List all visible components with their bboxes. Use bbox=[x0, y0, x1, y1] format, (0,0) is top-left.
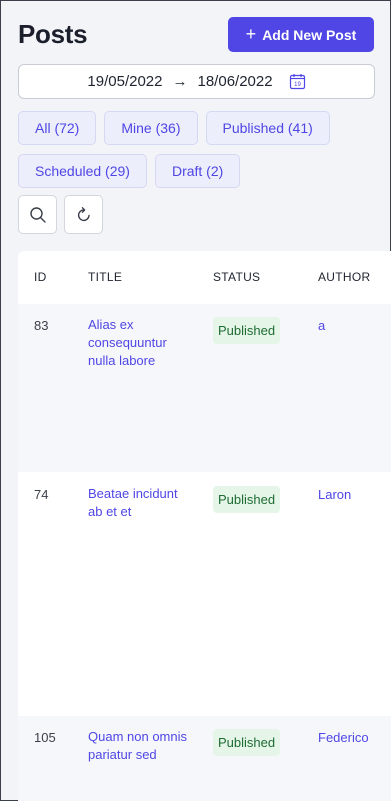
page-header: Posts + Add New Post bbox=[18, 17, 374, 53]
table-row[interactable]: 83 Alias ex consequuntur nulla labore Pu… bbox=[18, 303, 391, 472]
table-row[interactable]: 105 Quam non omnis pariatur sed Publishe… bbox=[18, 715, 391, 801]
cell-id: 74 bbox=[34, 487, 49, 502]
page-title: Posts bbox=[18, 19, 88, 49]
table-header: ID TITLE STATUS AUTHOR bbox=[18, 251, 391, 303]
column-id[interactable]: ID bbox=[34, 270, 47, 284]
author-link[interactable]: Laron bbox=[318, 487, 351, 502]
column-title[interactable]: TITLE bbox=[88, 270, 122, 284]
status-badge: Published bbox=[213, 486, 281, 513]
add-new-post-label: Add New Post bbox=[262, 26, 357, 43]
table-row[interactable]: 74 Beatae incidunt ab et et Published La… bbox=[18, 472, 391, 715]
author-link[interactable]: a bbox=[318, 318, 325, 333]
arrow-right-icon: → bbox=[172, 73, 188, 90]
add-new-post-button[interactable]: + Add New Post bbox=[228, 17, 374, 52]
filter-all[interactable]: All (72) bbox=[18, 111, 97, 145]
posts-table: ID TITLE STATUS AUTHOR 83 Alias ex conse… bbox=[18, 251, 391, 801]
filter-tabs: All (72) Mine (36) Published (41) Schedu… bbox=[18, 111, 358, 188]
status-badge: Published bbox=[213, 317, 281, 344]
date-range-start: 19/05/2022 bbox=[87, 73, 163, 90]
post-title-link[interactable]: Beatae incidunt ab et et bbox=[88, 485, 188, 521]
calendar-icon: 19 bbox=[289, 73, 306, 90]
column-status[interactable]: STATUS bbox=[213, 270, 260, 284]
plus-icon: + bbox=[245, 23, 257, 44]
refresh-button[interactable] bbox=[64, 195, 103, 234]
date-range-picker[interactable]: 19/05/2022 → 18/06/2022 19 bbox=[18, 64, 375, 99]
filter-published[interactable]: Published (41) bbox=[205, 111, 330, 145]
status-badge: Published bbox=[213, 729, 281, 756]
filter-scheduled[interactable]: Scheduled (29) bbox=[18, 154, 147, 188]
search-icon bbox=[29, 206, 46, 223]
refresh-icon bbox=[77, 206, 90, 221]
cell-id: 83 bbox=[34, 318, 49, 333]
toolbar bbox=[18, 195, 103, 234]
calendar-day: 19 bbox=[294, 82, 301, 88]
search-button[interactable] bbox=[18, 195, 57, 234]
cell-id: 105 bbox=[34, 730, 56, 745]
post-title-link[interactable]: Alias ex consequuntur nulla labore bbox=[88, 316, 188, 370]
column-author[interactable]: AUTHOR bbox=[318, 270, 370, 284]
author-link[interactable]: Federico bbox=[318, 730, 369, 745]
post-title-link[interactable]: Quam non omnis pariatur sed bbox=[88, 728, 188, 764]
filter-draft[interactable]: Draft (2) bbox=[154, 154, 241, 188]
filter-mine[interactable]: Mine (36) bbox=[104, 111, 198, 145]
date-range-end: 18/06/2022 bbox=[197, 73, 273, 90]
